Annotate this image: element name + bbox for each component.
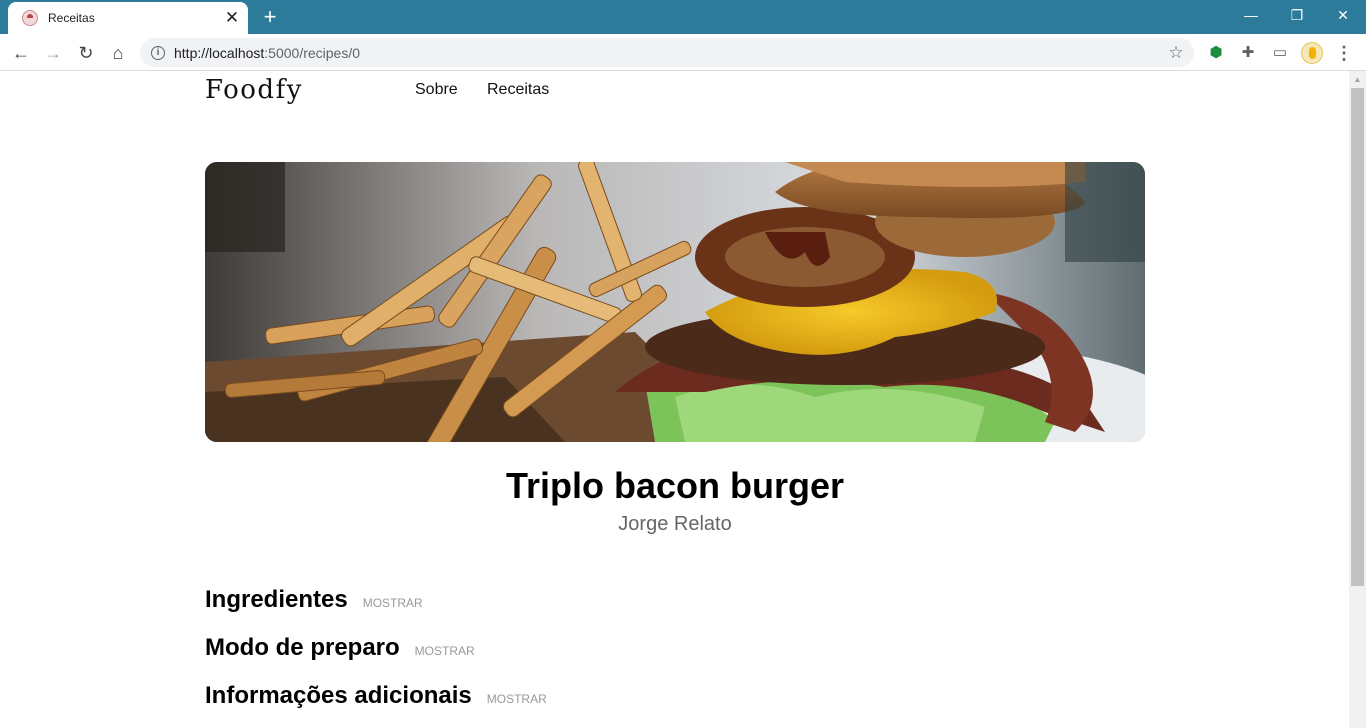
recipe-title: Triplo bacon burger [505,465,845,506]
section-title: Informações adicionais [205,682,472,709]
bookmark-star-icon[interactable]: ☆ [1166,43,1186,63]
show-toggle-button[interactable]: MOSTRAR [363,596,423,610]
url-host: http://localhost [174,44,265,61]
restore-button[interactable]: ❐ [1274,0,1320,30]
profile-avatar[interactable] [1301,42,1323,64]
browser-tab[interactable]: Receitas ✕ [8,2,248,34]
browser-toolbar: ← → ↻ ⌂ i http://localhost:5000/recipes/… [0,34,1366,71]
browser-tab-bar: Receitas ✕ + — ❐ ✕ [0,0,1366,34]
tab-title: Receitas [48,11,95,25]
page-scrollbar[interactable]: ▲ [1349,71,1366,728]
section-informacoes-adicionais: Informações adicionais MOSTRAR [205,682,547,710]
scrollbar-thumb[interactable] [1351,88,1364,586]
reload-button[interactable]: ↻ [73,40,99,66]
url-text[interactable]: http://localhost:5000/recipes/0 [174,45,1166,61]
site-info-icon[interactable]: i [151,45,165,60]
section-title: Modo de preparo [205,634,400,661]
section-ingredientes: Ingredientes MOSTRAR [205,586,423,614]
shield-extension-icon[interactable]: ⬢ [1205,42,1227,64]
tab-close-icon[interactable]: ✕ [222,8,242,28]
address-bar[interactable]: i http://localhost:5000/recipes/0 ☆ [140,38,1194,67]
recipe-author: Jorge Relato [618,513,732,535]
site-header: Foodfy Sobre Receitas [205,71,1145,131]
page-viewport: Foodfy Sobre Receitas Triplo bacon burge… [0,71,1349,728]
nav-link-sobre[interactable]: Sobre [415,81,458,99]
nav-link-receitas[interactable]: Receitas [487,81,549,99]
home-button[interactable]: ⌂ [105,40,131,66]
cast-icon[interactable]: ▭ [1269,42,1291,64]
forward-button[interactable]: → [40,40,66,66]
burger-and-fries-photo [205,162,1145,442]
recipe-hero-image [205,162,1145,442]
extensions-puzzle-icon[interactable]: ✚ [1237,42,1259,64]
section-title: Ingredientes [205,586,348,613]
section-modo-de-preparo: Modo de preparo MOSTRAR [205,634,475,662]
close-window-button[interactable]: ✕ [1320,0,1366,30]
show-toggle-button[interactable]: MOSTRAR [415,644,475,658]
chef-favicon-icon [22,10,38,26]
browser-menu-icon[interactable]: ⋮ [1334,42,1354,64]
new-tab-button[interactable]: + [258,5,282,29]
show-toggle-button[interactable]: MOSTRAR [487,692,547,706]
minimize-button[interactable]: — [1228,0,1274,30]
scroll-up-arrow-icon[interactable]: ▲ [1349,71,1366,88]
site-logo[interactable]: Foodfy [205,75,303,105]
back-button[interactable]: ← [8,40,34,66]
url-path: :5000/recipes/0 [264,44,361,61]
